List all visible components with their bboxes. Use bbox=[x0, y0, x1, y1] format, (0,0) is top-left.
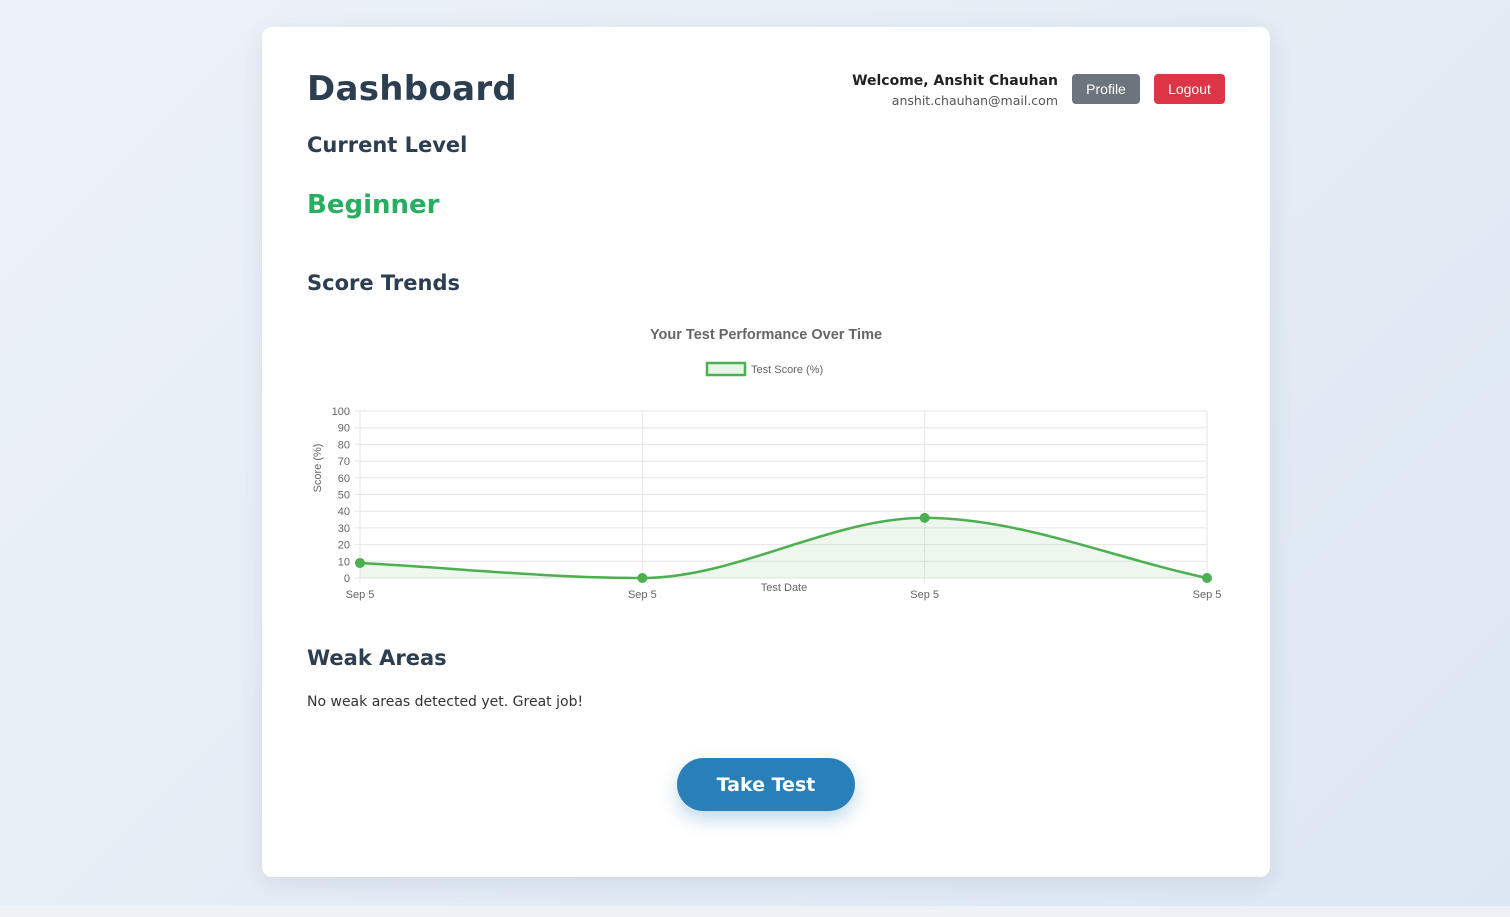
y-tick-label: 20 bbox=[338, 540, 350, 552]
score-trends-chart: Your Test Performance Over Time Test Sco… bbox=[307, 319, 1227, 605]
y-tick-label: 60 bbox=[338, 473, 350, 485]
legend-label[interactable]: Test Score (%) bbox=[751, 364, 823, 376]
current-level-heading: Current Level bbox=[307, 133, 468, 157]
data-point[interactable] bbox=[355, 557, 365, 568]
chart-canvas: Your Test Performance Over Time Test Sco… bbox=[312, 327, 1222, 601]
page-title: Dashboard bbox=[307, 69, 518, 109]
weak-areas-message: No weak areas detected yet. Great job! bbox=[307, 694, 584, 710]
y-tick-label: 0 bbox=[344, 573, 350, 585]
y-tick-label: 70 bbox=[338, 456, 350, 468]
x-tick-label: Sep 5 bbox=[1193, 589, 1222, 601]
legend-swatch[interactable] bbox=[705, 361, 747, 377]
logout-button[interactable]: Logout bbox=[1154, 74, 1225, 104]
profile-button[interactable]: Profile bbox=[1072, 74, 1140, 104]
y-axis-label: Score (%) bbox=[312, 444, 324, 493]
data-point[interactable] bbox=[919, 512, 930, 523]
y-tick-label: 100 bbox=[332, 406, 350, 418]
score-trends-heading: Score Trends bbox=[307, 271, 461, 295]
user-info: Welcome, Anshit Chauhan anshit.chauhan@m… bbox=[852, 72, 1058, 110]
y-tick-label: 30 bbox=[338, 523, 350, 535]
series-layer bbox=[355, 512, 1212, 583]
welcome-text: Welcome, Anshit Chauhan bbox=[852, 73, 1058, 89]
current-level-value: Beginner bbox=[307, 190, 440, 220]
data-point[interactable] bbox=[637, 573, 648, 583]
chart-title: Your Test Performance Over Time bbox=[650, 327, 882, 343]
x-tick-label: Sep 5 bbox=[628, 589, 657, 601]
x-tick-label: Sep 5 bbox=[910, 589, 939, 601]
weak-areas-heading: Weak Areas bbox=[307, 646, 447, 670]
y-tick-label: 90 bbox=[338, 423, 350, 435]
y-tick-label: 80 bbox=[338, 439, 350, 451]
dashboard-card: Dashboard Welcome, Anshit Chauhan anshit… bbox=[262, 27, 1270, 877]
take-test-button[interactable]: Take Test bbox=[677, 758, 855, 811]
page-bottom-strip bbox=[0, 906, 1510, 917]
x-axis-label: Test Date bbox=[761, 582, 807, 594]
user-email: anshit.chauhan@mail.com bbox=[891, 93, 1058, 108]
y-tick-label: 40 bbox=[338, 506, 350, 518]
y-tick-label: 50 bbox=[338, 490, 350, 502]
y-tick-label: 10 bbox=[338, 556, 350, 568]
data-point[interactable] bbox=[1202, 573, 1212, 583]
x-tick-label: Sep 5 bbox=[346, 589, 375, 601]
